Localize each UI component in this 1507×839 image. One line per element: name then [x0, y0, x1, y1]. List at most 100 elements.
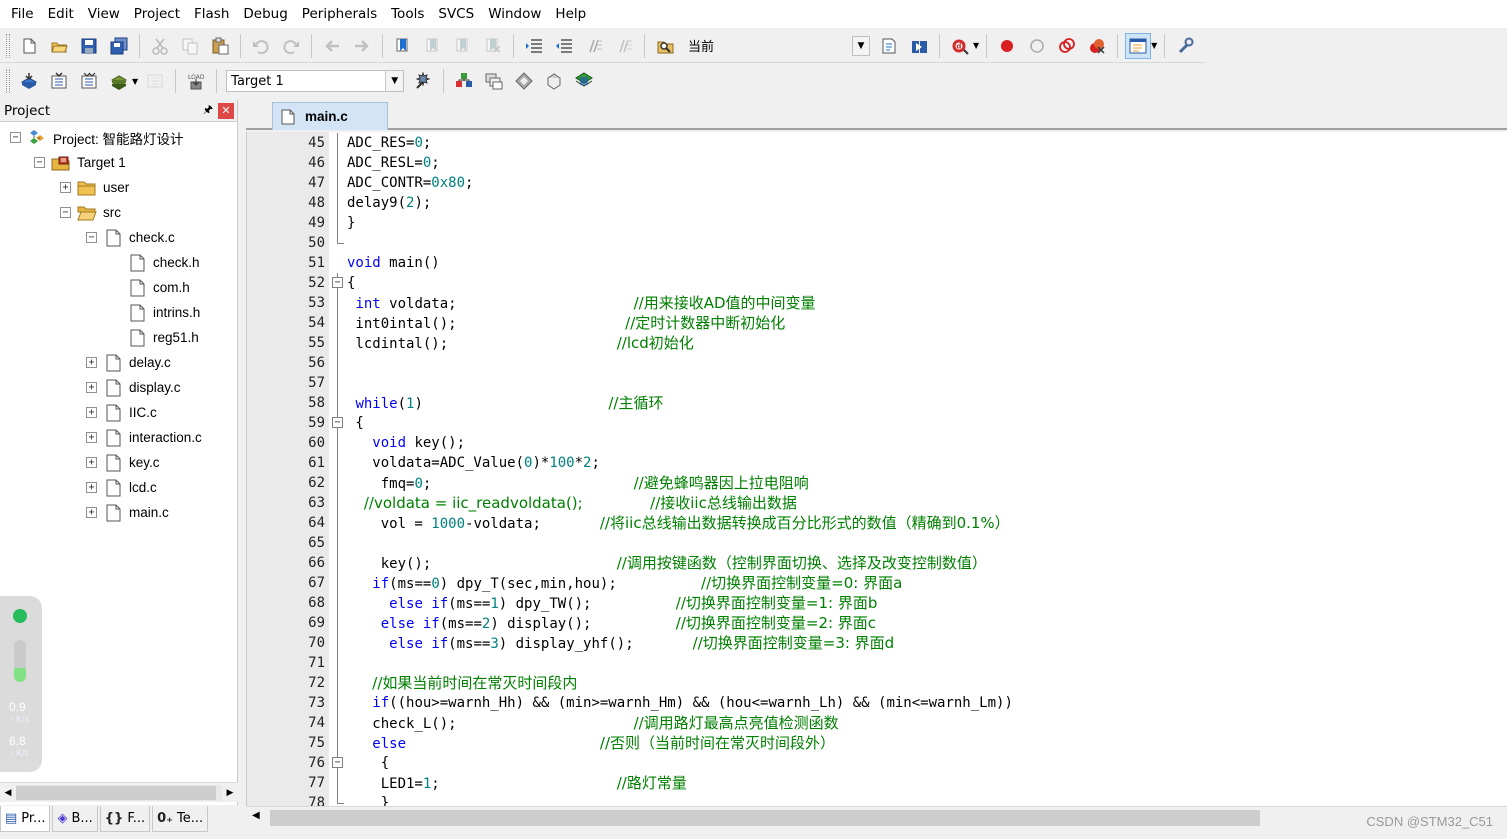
menu-svcs[interactable]: SVCS [431, 0, 481, 28]
next-bookmark-button[interactable] [450, 33, 476, 59]
open-file-button[interactable] [46, 33, 72, 59]
code-line[interactable]: 45 ADC_RES=0; [247, 133, 1507, 153]
paste-button[interactable] [207, 33, 233, 59]
undo-button[interactable] [248, 33, 274, 59]
collapse-icon[interactable]: − [86, 232, 97, 243]
batch-build-button[interactable] [106, 68, 132, 94]
kill-breakpoints-button[interactable] [1084, 33, 1110, 59]
file-extensions-button[interactable] [481, 68, 507, 94]
code-line[interactable]: 48 delay9(2); [247, 193, 1507, 213]
scroll-left-icon[interactable]: ◀ [0, 788, 16, 798]
collapse-icon[interactable]: − [60, 207, 71, 218]
network-speed-widget[interactable]: 0.9 ↑ K/s 6.8 ↓ K/s [0, 596, 42, 772]
expand-icon[interactable]: + [60, 182, 71, 193]
menu-debug[interactable]: Debug [236, 0, 294, 28]
code-line[interactable]: 66 key(); //调用按键函数（控制界面切换、选择及改变控制数值） [247, 553, 1507, 573]
code-line[interactable]: 56 [247, 353, 1507, 373]
code-line[interactable]: 51 void main() [247, 253, 1507, 273]
scroll-right-icon[interactable]: ▶ [222, 788, 238, 798]
collapse-icon[interactable]: − [34, 157, 45, 168]
tab-main-c[interactable]: main.c [272, 102, 388, 130]
expand-icon[interactable]: + [86, 357, 97, 368]
tree-item-iic-c[interactable]: + IIC.c [86, 400, 157, 425]
code-line[interactable]: 65 [247, 533, 1507, 553]
tree-item-intrins-h[interactable]: intrins.h [110, 300, 200, 325]
pin-icon[interactable]: 🖈 [200, 101, 216, 120]
menu-tools[interactable]: Tools [384, 0, 431, 28]
tab-project[interactable]: ▤ Pr... [0, 806, 51, 832]
menu-view[interactable]: View [81, 0, 127, 28]
target-select[interactable]: Target 1 ▼ [226, 70, 405, 92]
tree-item-interaction-c[interactable]: + interaction.c [86, 425, 202, 450]
code-line[interactable]: 62 fmq=0; //避免蜂鸣器因上拉电阻响 [247, 473, 1507, 493]
menu-file[interactable]: File [4, 0, 41, 28]
redo-button[interactable] [278, 33, 304, 59]
close-icon[interactable]: ✕ [218, 102, 234, 119]
expand-icon[interactable]: + [86, 407, 97, 418]
tree-item-project[interactable]: − Project: 智能路灯设计 [10, 125, 184, 150]
toolbar-grip[interactable] [6, 69, 10, 93]
code-line[interactable]: 77 LED1=1; //路灯常量 [247, 773, 1507, 793]
expand-icon[interactable]: + [86, 382, 97, 393]
code-line[interactable]: 67 if(ms==0) dpy_T(sec,min,hou); //切换界面控… [247, 573, 1507, 593]
find-button[interactable] [906, 33, 932, 59]
tree-item-display-c[interactable]: + display.c [86, 375, 181, 400]
code-line[interactable]: 46 ADC_RESL=0; [247, 153, 1507, 173]
indent-button[interactable] [521, 33, 547, 59]
menu-edit[interactable]: Edit [41, 0, 81, 28]
tree-item-lcd-c[interactable]: + lcd.c [86, 475, 157, 500]
run-time-environment-button[interactable] [571, 68, 597, 94]
code-line[interactable]: 75 else //否则（当前时间在常灭时间段外） [247, 733, 1507, 753]
code-line[interactable]: 71 [247, 653, 1507, 673]
tab-functions[interactable]: {} F... [99, 806, 151, 832]
tree-item-reg51-h[interactable]: reg51.h [110, 325, 199, 350]
manage-components-button[interactable] [451, 68, 477, 94]
uncomment-button[interactable] [611, 33, 637, 59]
fold-marker[interactable]: − [330, 413, 344, 433]
tree-item-com-h[interactable]: com.h [110, 275, 190, 300]
code-line[interactable]: 78 } [247, 793, 1507, 806]
comment-button[interactable] [581, 33, 607, 59]
build-button[interactable] [46, 68, 72, 94]
find-combo[interactable]: 当前 ▼ [684, 35, 870, 57]
unindent-button[interactable] [551, 33, 577, 59]
collapse-icon[interactable]: − [332, 417, 343, 428]
chevron-down-icon[interactable]: ▼ [385, 71, 404, 91]
fold-marker[interactable]: − [330, 273, 344, 293]
target-options-button[interactable] [410, 68, 436, 94]
tab-books[interactable]: ◈ B... [52, 806, 98, 832]
dropdown-arrow-icon[interactable]: ▼ [973, 41, 979, 50]
expand-icon[interactable]: + [86, 457, 97, 468]
tree-item-key-c[interactable]: + key.c [86, 450, 160, 475]
code-line[interactable]: 58 while(1) //主循环 [247, 393, 1507, 413]
code-line[interactable]: 64 vol = 1000-voldata; //将iic总线输出数据转换成百分… [247, 513, 1507, 533]
tree-item-target-1[interactable]: − Target 1 [34, 150, 126, 175]
translate-button[interactable] [16, 68, 42, 94]
download-button[interactable]: LOAD [183, 68, 209, 94]
code-line[interactable]: 76− { [247, 753, 1507, 773]
enable-breakpoint-button[interactable] [1024, 33, 1050, 59]
configure-button[interactable] [1172, 33, 1198, 59]
disable-breakpoints-button[interactable] [1054, 33, 1080, 59]
code-line[interactable]: 57 [247, 373, 1507, 393]
save-all-button[interactable] [106, 33, 132, 59]
menu-flash[interactable]: Flash [187, 0, 236, 28]
tree-item-check-h[interactable]: check.h [110, 250, 200, 275]
code-line[interactable]: 60 void key(); [247, 433, 1507, 453]
incremental-find-button[interactable] [876, 33, 902, 59]
scroll-track[interactable] [16, 784, 222, 801]
previous-bookmark-button[interactable] [420, 33, 446, 59]
tree-item-src[interactable]: − src [60, 200, 121, 225]
code-line[interactable]: 49} [247, 213, 1507, 233]
menu-help[interactable]: Help [548, 0, 593, 28]
clear-bookmarks-button[interactable] [480, 33, 506, 59]
code-editor[interactable]: 45 ADC_RES=0; 46 ADC_RESL=0; 47 ADC_CONTR=0x8… [246, 132, 1507, 806]
scroll-thumb[interactable] [270, 810, 1260, 826]
tree-item-main-c[interactable]: + main.c [86, 500, 169, 525]
cut-button[interactable] [147, 33, 173, 59]
insert-breakpoint-button[interactable] [994, 33, 1020, 59]
pack-installer-button[interactable] [541, 68, 567, 94]
tree-item-delay-c[interactable]: + delay.c [86, 350, 171, 375]
expand-icon[interactable]: + [86, 432, 97, 443]
code-line[interactable]: 73 if((hou>=warnh_Hh) && (min>=warnh_Hm)… [247, 693, 1507, 713]
